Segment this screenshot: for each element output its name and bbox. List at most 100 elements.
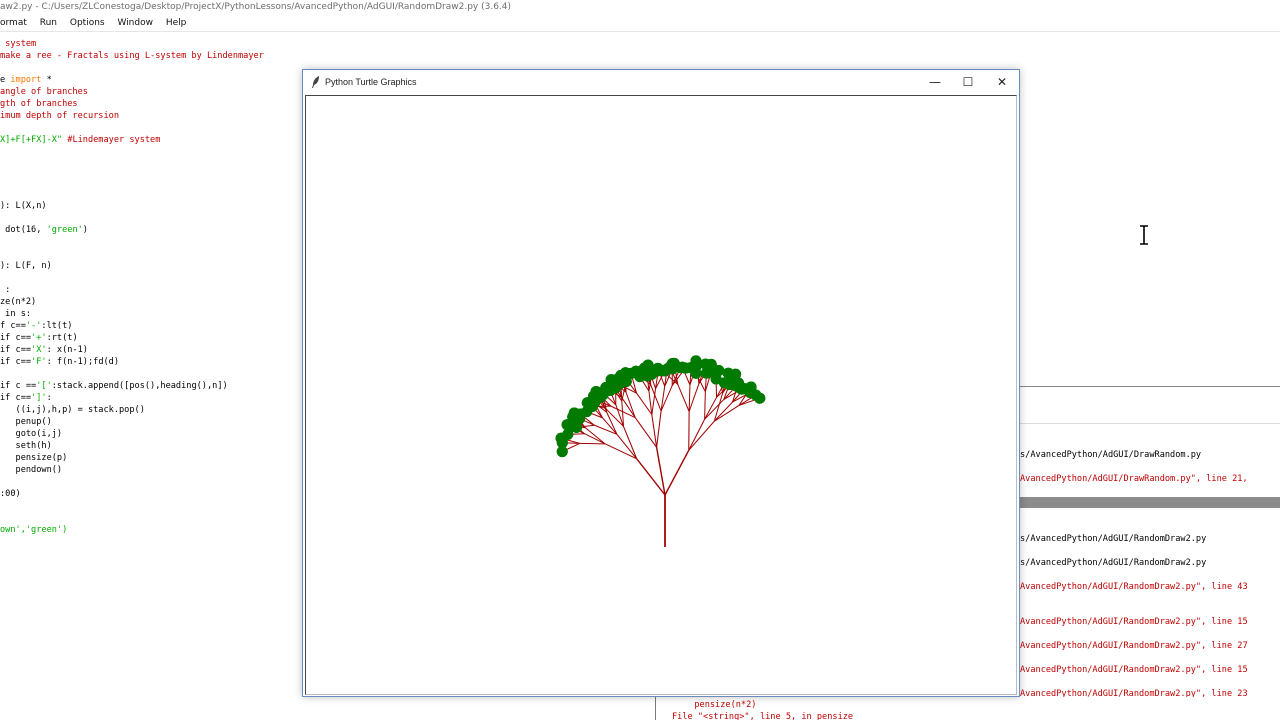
leaf-dot — [588, 393, 600, 405]
code-text: penup() — [0, 417, 52, 427]
code-line: : — [0, 284, 10, 296]
code-text: if c== — [0, 357, 32, 367]
shell-bottom-line: File "<string>", line 5, in pensize — [672, 712, 854, 720]
menu-run[interactable]: Run — [40, 15, 57, 31]
code-token: :lt(t) — [41, 321, 73, 331]
code-text: ze(n*2) — [0, 297, 37, 307]
text-cursor-icon — [1140, 225, 1148, 245]
branch-line — [655, 447, 666, 496]
code-line: penup() — [0, 416, 52, 428]
code-text: if c== — [0, 345, 32, 355]
shell-bottom-line: pensize(n*2) — [684, 700, 757, 710]
code-token: ) — [82, 225, 88, 235]
code-token: ']' — [31, 393, 47, 403]
leaf-dot — [700, 367, 712, 379]
leaf-dot — [690, 367, 702, 379]
code-line: pensize(p) — [0, 452, 68, 464]
shell-line: s/AvancedPython/AdGUI/DrawRandom.py — [1020, 450, 1202, 460]
turtle-window[interactable]: Python Turtle Graphics — ☐ ✕ — [302, 69, 1020, 697]
code-line: if c=='+':rt(t) — [0, 332, 78, 344]
branch-line — [688, 383, 700, 412]
fractal-tree-drawing — [555, 355, 766, 547]
code-text: f c== — [0, 321, 26, 331]
code-line: imum depth of recursion — [0, 110, 119, 122]
code-line: :00) — [0, 488, 21, 500]
branch-line — [677, 384, 690, 412]
code-line: ): L(F, n) — [0, 260, 52, 272]
shell-line: AvancedPython/AdGUI/RandomDraw2.py", lin… — [1020, 617, 1248, 627]
code-text: dot(16, — [0, 225, 47, 235]
code-text: seth(h) — [0, 441, 52, 451]
code-text: if c == — [0, 381, 37, 391]
code-token: :rt(t) — [46, 333, 78, 343]
code-line: if c==']': — [0, 392, 52, 404]
leaf-dot — [641, 370, 653, 382]
branch-line — [664, 449, 690, 496]
code-token: : — [46, 393, 52, 403]
maximize-button[interactable]: ☐ — [951, 70, 985, 94]
shell-line: s/AvancedPython/AdGUI/RandomDraw2.py — [1020, 558, 1207, 568]
code-line: if c =='[':stack.append([pos(),heading()… — [0, 380, 228, 392]
code-line: goto(i,j) — [0, 428, 63, 440]
code-line: if c=='X': x(n-1) — [0, 344, 88, 356]
code-line: f c=='-':lt(t) — [0, 320, 72, 332]
branch-line — [656, 410, 662, 448]
code-line: in s: — [0, 308, 31, 320]
editor-title: aw2.py - C:/Users/ZLConestoga/Desktop/Pr… — [0, 2, 512, 12]
turtle-canvas[interactable] — [305, 95, 1017, 695]
code-line: X]+F[+FX]-X" #Lindemayer system — [0, 134, 160, 146]
code-token: 'X' — [31, 345, 47, 355]
code-text: imum depth of recursion — [0, 111, 119, 121]
code-text: :00) — [0, 489, 21, 499]
leaf-dot — [620, 372, 632, 384]
menu-format[interactable]: ormat — [0, 15, 27, 31]
code-line: dot(16, 'green') — [0, 224, 88, 236]
code-text: : — [0, 285, 11, 295]
code-text: e — [0, 75, 11, 85]
menu-window[interactable]: Window — [117, 15, 153, 31]
code-token: #Lindemayer system — [62, 135, 161, 145]
branch-line — [704, 391, 706, 420]
shell-line: AvancedPython/AdGUI/RandomDraw2.py", lin… — [1020, 582, 1248, 592]
shell-line: s/AvancedPython/AdGUI/RandomDraw2.py — [1020, 534, 1207, 544]
code-line: ze(n*2) — [0, 296, 36, 308]
code-line: make a ree - Fractals using L-system by … — [0, 50, 264, 62]
code-token: '+' — [31, 333, 47, 343]
code-line: own','green') — [0, 524, 67, 536]
code-text: if c== — [0, 393, 32, 403]
code-line: gth of branches — [0, 98, 78, 110]
code-text: pensize(p) — [0, 453, 68, 463]
code-token: : x(n-1) — [46, 345, 88, 355]
menu-options[interactable]: Options — [70, 15, 105, 31]
shell-output[interactable]: s/AvancedPython/AdGUI/DrawRandom.py Avanc… — [1020, 0, 1280, 720]
branch-line — [688, 384, 691, 412]
code-text: system — [0, 39, 37, 49]
code-token: '[' — [36, 381, 52, 391]
code-line: angle of branches — [0, 86, 88, 98]
code-text: ): L(F, n) — [0, 261, 52, 271]
code-text: own','green') — [0, 525, 68, 535]
code-token: 'F' — [31, 357, 47, 367]
code-text: in s: — [0, 309, 32, 319]
code-token: 'green' — [46, 225, 83, 235]
code-token: : f(n-1);fd(d) — [46, 357, 120, 367]
minimize-button[interactable]: — — [918, 70, 952, 94]
code-line: e import * — [0, 74, 52, 86]
feather-icon — [312, 76, 319, 88]
code-line: ): L(X,n) — [0, 200, 47, 212]
shell-line: AvancedPython/AdGUI/DrawRandom.py", line… — [1020, 474, 1248, 484]
close-button[interactable]: ✕ — [985, 70, 1019, 94]
menu-help[interactable]: Help — [166, 15, 187, 31]
turtle-window-title: Python Turtle Graphics — [325, 77, 417, 87]
shell-line: AvancedPython/AdGUI/RandomDraw2.py", lin… — [1020, 641, 1248, 651]
code-editor[interactable]: system make a ree - Fractals using L-syst… — [0, 32, 310, 720]
code-line: ((i,j),h,p) = stack.pop() — [0, 404, 145, 416]
code-token: * — [41, 75, 52, 85]
turtle-title-bar[interactable]: Python Turtle Graphics — ☐ ✕ — [303, 70, 1019, 94]
code-line: seth(h) — [0, 440, 52, 452]
code-text: X]+F[+FX]-X" — [0, 135, 63, 145]
leaf-dot — [718, 377, 730, 389]
shell-line: AvancedPython/AdGUI/RandomDraw2.py", lin… — [1020, 665, 1248, 675]
shell-bottom-output[interactable]: pensize(n*2) File "<string>", line 5, in … — [655, 697, 1280, 720]
code-text: ((i,j),h,p) = stack.pop() — [0, 405, 145, 415]
